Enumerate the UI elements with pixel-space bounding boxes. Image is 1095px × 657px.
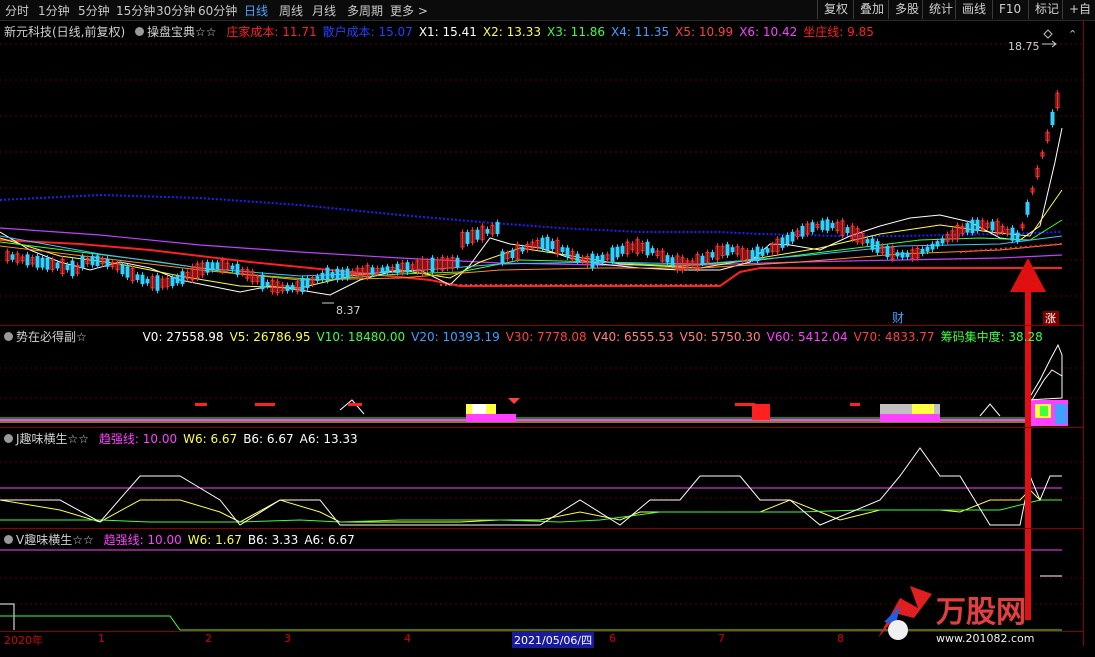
logo-brand: 万股网 [936, 595, 1026, 630]
indicator-value: V0: 27558.98 [142, 330, 224, 344]
candlesticks [5, 90, 1060, 296]
indicator-value: V60: 5412.04 [766, 330, 848, 344]
indicator-value: W6: 1.67 [187, 533, 242, 547]
logo-url: www.201082.com [936, 632, 1034, 645]
date-axis-label: 2 [205, 632, 212, 645]
panel4-title: V趣味横生☆☆ [16, 533, 94, 547]
panel2-bars [0, 343, 1068, 426]
panel2-title: 势在必得副☆ [16, 330, 87, 344]
zhang-marker: 涨 [1045, 312, 1056, 325]
indicator-value: W6: 6.67 [183, 432, 238, 446]
indicator-value: V70: 4833.77 [853, 330, 935, 344]
date-axis-label: 4 [404, 632, 411, 645]
dropdown-circle-icon [4, 434, 13, 443]
indicator-value: 趋强线: 10.00 [103, 533, 182, 547]
date-axis-label: 8 [837, 632, 844, 645]
indicator-value: A6: 13.33 [299, 432, 358, 446]
low-price-label: 8.37 [336, 304, 361, 317]
panel2-header: 势在必得副☆ V0: 27558.98 V5: 26786.95 V10: 1848… [4, 328, 1049, 345]
indicator-value: V5: 26786.95 [229, 330, 311, 344]
indicator-value: A6: 6.67 [304, 533, 355, 547]
date-axis-label: 1 [98, 632, 105, 645]
high-price-label: 18.75 [1008, 40, 1040, 53]
indicator-value: V50: 5750.30 [679, 330, 761, 344]
indicator-value: V30: 7778.08 [505, 330, 587, 344]
date-axis-label: 7 [718, 632, 725, 645]
date-axis-label: 6 [609, 632, 616, 645]
indicator-value: B6: 3.33 [247, 533, 299, 547]
panel3-indicator-menu[interactable]: J趣味横生☆☆ [4, 432, 89, 446]
indicator-value: 趋强线: 10.00 [98, 432, 178, 446]
indicator-value: V20: 10393.19 [411, 330, 500, 344]
indicator-value: V10: 18480.00 [316, 330, 406, 344]
cai-marker: 财 [892, 311, 904, 325]
indicator-value: 筹码集中度: 38.28 [940, 330, 1043, 344]
dropdown-circle-icon [4, 535, 13, 544]
date-axis-label: 2020年 [4, 634, 43, 647]
panel4-indicator-menu[interactable]: V趣味横生☆☆ [4, 533, 94, 547]
wangu-logo: 万股网 www.201082.com [870, 578, 1070, 648]
panel2-values: V0: 27558.98 V5: 26786.95 V10: 18480.00 V20… [143, 330, 1049, 344]
indicator-value: B6: 6.67 [243, 432, 294, 446]
indicator-value: V40: 6555.53 [592, 330, 674, 344]
panel3-lines [0, 447, 1062, 526]
panel3-values: 趋强线: 10.00 W6: 6.67 B6: 6.67 A6: 13.33 [99, 432, 364, 446]
panel3-header: J趣味横生☆☆ 趋强线: 10.00 W6: 6.67 B6: 6.67 A6: 13… [4, 430, 364, 447]
panel3-title: J趣味横生☆☆ [16, 432, 90, 446]
dropdown-circle-icon [4, 332, 13, 341]
diamond-icon [1043, 29, 1053, 39]
chevron-up-icon[interactable]: ⌃ [1068, 28, 1077, 41]
panel4-values: 趋强线: 10.00 W6: 1.67 B6: 3.33 A6: 6.67 [104, 533, 361, 547]
panel4-header: V趣味横生☆☆ 趋强线: 10.00 W6: 1.67 B6: 3.33 A6: 6.… [4, 531, 361, 548]
date-axis-label: 3 [284, 632, 291, 645]
red-arrow-annotation [1010, 258, 1046, 620]
date-axis-label: 2021/05/06/四 [512, 632, 595, 648]
panel2-indicator-menu[interactable]: 势在必得副☆ [4, 330, 87, 344]
